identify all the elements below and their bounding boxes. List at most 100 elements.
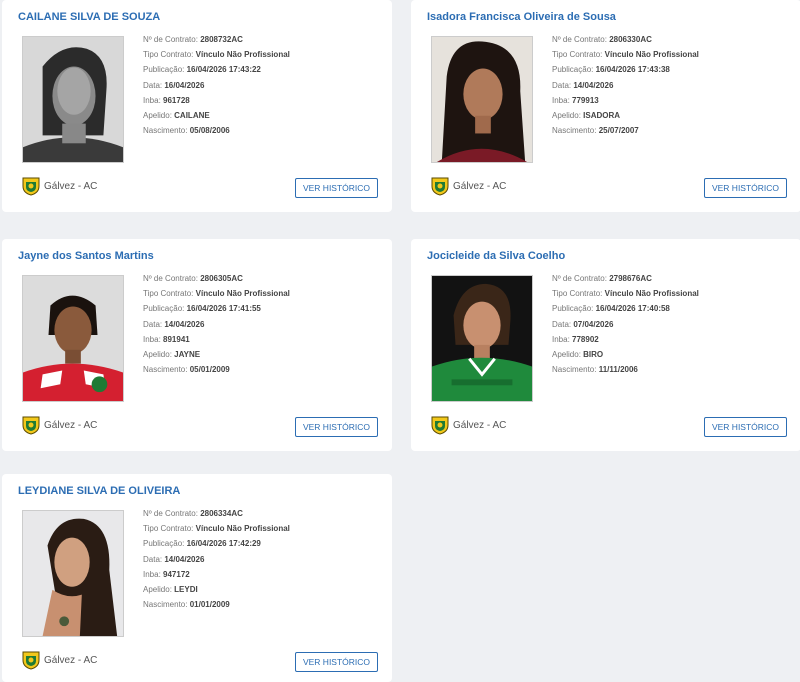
- publication-value: 16/04/2026 17:41:55: [186, 304, 261, 314]
- nickname-value: CAILANE: [174, 110, 210, 120]
- publication-label: Publicação:: [143, 65, 185, 75]
- club-name: Gálvez - AC: [44, 180, 98, 192]
- nickname-label: Apelido:: [143, 584, 172, 594]
- contract-no-value: 2806305AC: [200, 274, 243, 283]
- date-row: Data: 16/04/2026: [143, 78, 290, 93]
- contract-type-value: Vínculo Não Profissional: [195, 524, 290, 534]
- athlete-name[interactable]: Isadora Francisca Oliveira de Sousa: [427, 11, 616, 23]
- athlete-info: Nº de Contrato: 2798676AC Tipo Contrato:…: [552, 271, 699, 377]
- club: Gálvez - AC: [22, 176, 97, 196]
- nickname-row: Apelido: LEYDI: [143, 582, 290, 597]
- birth-label: Nascimento:: [143, 600, 188, 610]
- birth-value: 01/01/2009: [189, 600, 230, 610]
- nickname-row: Apelido: JAYNE: [143, 347, 290, 362]
- publication-row: Publicação: 16/04/2026 17:43:22: [143, 62, 290, 77]
- contract-type-value: Vínculo Não Profissional: [195, 50, 290, 60]
- athlete-name[interactable]: Jayne dos Santos Martins: [18, 250, 154, 262]
- athlete-name[interactable]: CAILANE SILVA DE SOUZA: [18, 11, 160, 23]
- club-name: Gálvez - AC: [44, 654, 98, 666]
- inba-label: Inba:: [143, 334, 161, 344]
- inba-row: Inba: 778902: [552, 332, 699, 347]
- inba-row: Inba: 947172: [143, 567, 290, 582]
- athlete-info: Nº de Contrato: 2808732AC Tipo Contrato:…: [143, 32, 290, 138]
- contract-no-row: Nº de Contrato: 2806334AC: [143, 506, 290, 521]
- inba-value: 779913: [572, 95, 599, 105]
- publication-label: Publicação:: [143, 304, 185, 314]
- publication-row: Publicação: 16/04/2026 17:41:55: [143, 301, 290, 316]
- athlete-photo: [431, 36, 533, 163]
- athlete-photo: [22, 36, 124, 163]
- inba-value: 947172: [163, 569, 190, 579]
- publication-label: Publicação:: [143, 539, 185, 549]
- contract-type-label: Tipo Contrato:: [143, 50, 194, 60]
- publication-label: Publicação:: [552, 304, 594, 314]
- date-label: Data:: [143, 80, 163, 90]
- inba-row: Inba: 891941: [143, 332, 290, 347]
- publication-value: 16/04/2026 17:42:29: [186, 539, 261, 549]
- inba-label: Inba:: [143, 95, 161, 105]
- inba-label: Inba:: [552, 334, 570, 344]
- contract-type-value: Vínculo Não Profissional: [604, 50, 699, 60]
- publication-row: Publicação: 16/04/2026 17:42:29: [143, 536, 290, 551]
- publication-row: Publicação: 16/04/2026 17:43:38: [552, 62, 699, 77]
- date-row: Data: 14/04/2026: [552, 78, 699, 93]
- birth-value: 05/01/2009: [189, 365, 230, 375]
- date-value: 14/04/2026: [573, 80, 614, 90]
- nickname-value: LEYDI: [174, 584, 198, 594]
- contract-type-label: Tipo Contrato:: [552, 289, 603, 299]
- athlete-card: Isadora Francisca Oliveira de Sousa Nº d…: [411, 0, 800, 212]
- view-history-button[interactable]: VER HISTÓRICO: [704, 417, 787, 437]
- athlete-name[interactable]: LEYDIANE SILVA DE OLIVEIRA: [18, 485, 180, 497]
- inba-row: Inba: 779913: [552, 93, 699, 108]
- galvez-crest-icon: [22, 416, 40, 435]
- club: Gálvez - AC: [431, 415, 506, 435]
- nickname-row: Apelido: BIRO: [552, 347, 699, 362]
- view-history-button[interactable]: VER HISTÓRICO: [295, 652, 378, 672]
- date-row: Data: 14/04/2026: [143, 317, 290, 332]
- view-history-button[interactable]: VER HISTÓRICO: [295, 417, 378, 437]
- galvez-crest-icon: [22, 177, 40, 196]
- nickname-label: Apelido:: [552, 110, 581, 120]
- inba-value: 891941: [163, 334, 190, 344]
- inba-label: Inba:: [143, 569, 161, 579]
- date-value: 07/04/2026: [573, 319, 614, 329]
- inba-row: Inba: 961728: [143, 93, 290, 108]
- club-name: Gálvez - AC: [44, 419, 98, 431]
- contract-type-row: Tipo Contrato: Vínculo Não Profissional: [143, 521, 290, 536]
- birth-row: Nascimento: 05/08/2006: [143, 123, 290, 138]
- contract-type-label: Tipo Contrato:: [552, 50, 603, 60]
- athlete-info: Nº de Contrato: 2806330AC Tipo Contrato:…: [552, 32, 699, 138]
- publication-row: Publicação: 16/04/2026 17:40:58: [552, 301, 699, 316]
- athlete-card: Jocicleide da Silva Coelho Nº de Contrat…: [411, 239, 800, 451]
- club: Gálvez - AC: [22, 415, 97, 435]
- birth-value: 05/08/2006: [189, 126, 230, 136]
- contract-type-row: Tipo Contrato: Vínculo Não Profissional: [143, 286, 290, 301]
- club: Gálvez - AC: [22, 650, 97, 670]
- athlete-info: Nº de Contrato: 2806334AC Tipo Contrato:…: [143, 506, 290, 612]
- birth-label: Nascimento:: [143, 126, 188, 136]
- publication-value: 16/04/2026 17:43:22: [186, 65, 261, 75]
- publication-value: 16/04/2026 17:40:58: [595, 304, 670, 314]
- athlete-photo: [431, 275, 533, 402]
- inba-label: Inba:: [552, 95, 570, 105]
- date-label: Data:: [552, 319, 572, 329]
- publication-value: 16/04/2026 17:43:38: [595, 65, 670, 75]
- nickname-value: JAYNE: [174, 349, 201, 359]
- date-row: Data: 14/04/2026: [143, 552, 290, 567]
- birth-label: Nascimento:: [143, 365, 188, 375]
- contract-no-label: Nº de Contrato:: [143, 274, 198, 283]
- contract-type-value: Vínculo Não Profissional: [604, 289, 699, 299]
- nickname-value: ISADORA: [583, 110, 621, 120]
- galvez-crest-icon: [431, 416, 449, 435]
- athlete-name[interactable]: Jocicleide da Silva Coelho: [427, 250, 565, 262]
- view-history-button[interactable]: VER HISTÓRICO: [295, 178, 378, 198]
- contract-no-row: Nº de Contrato: 2806330AC: [552, 32, 699, 47]
- view-history-button[interactable]: VER HISTÓRICO: [704, 178, 787, 198]
- date-value: 14/04/2026: [164, 319, 205, 329]
- contract-no-value: 2806334AC: [200, 509, 243, 518]
- nickname-label: Apelido:: [552, 349, 581, 359]
- birth-row: Nascimento: 01/01/2009: [143, 597, 290, 612]
- birth-row: Nascimento: 05/01/2009: [143, 362, 290, 377]
- club-name: Gálvez - AC: [453, 419, 507, 431]
- birth-value: 11/11/2006: [598, 365, 638, 375]
